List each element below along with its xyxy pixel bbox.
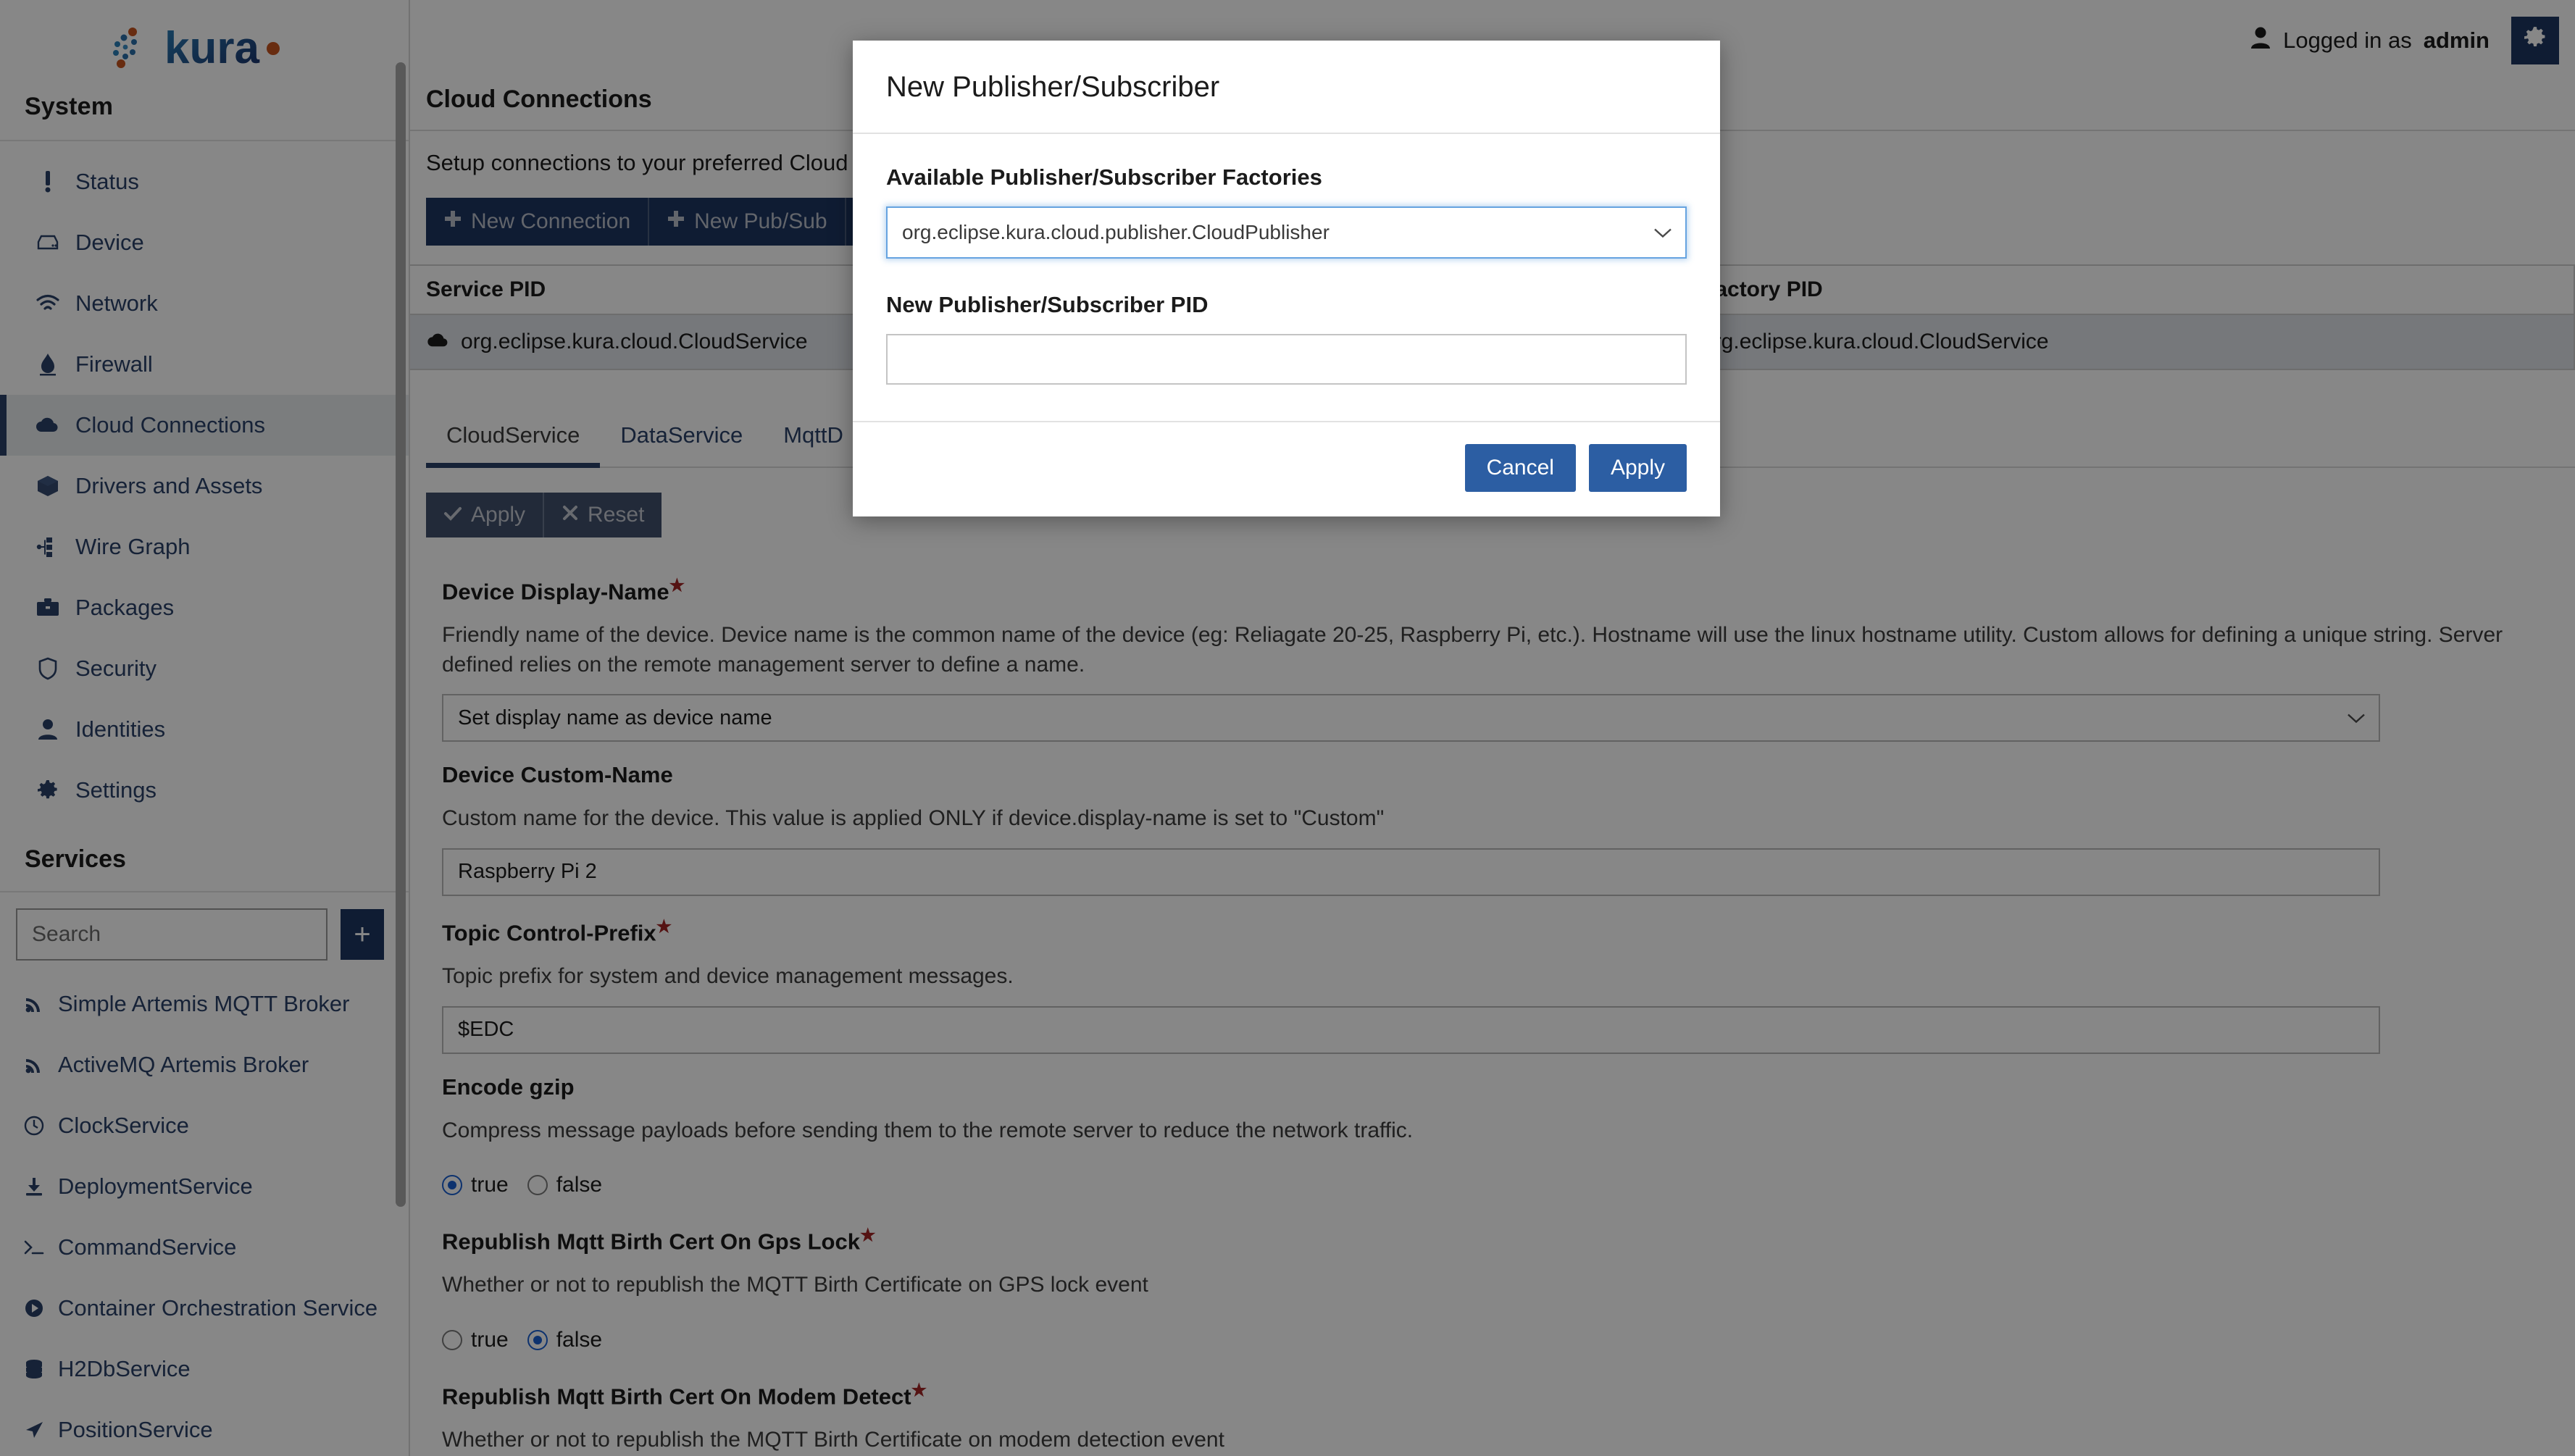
dialog-title: New Publisher/Subscriber <box>886 71 1220 103</box>
dialog-body: Available Publisher/Subscriber Factories… <box>853 134 1720 421</box>
pid-input-label: New Publisher/Subscriber PID <box>886 292 1209 317</box>
new-publisher-subscriber-dialog: New Publisher/Subscriber Available Publi… <box>853 41 1720 516</box>
factory-select-wrap <box>886 206 1687 259</box>
factory-select-label: Available Publisher/Subscriber Factories <box>886 164 1322 190</box>
apply-button[interactable]: Apply <box>1588 444 1687 492</box>
factory-select[interactable] <box>886 206 1687 259</box>
app-root: kura System Status Device Network Firewa… <box>0 0 2575 1456</box>
dialog-footer: Cancel Apply <box>853 421 1720 516</box>
cancel-button[interactable]: Cancel <box>1464 444 1576 492</box>
dialog-header: New Publisher/Subscriber <box>853 41 1720 134</box>
pid-input[interactable] <box>886 334 1687 385</box>
